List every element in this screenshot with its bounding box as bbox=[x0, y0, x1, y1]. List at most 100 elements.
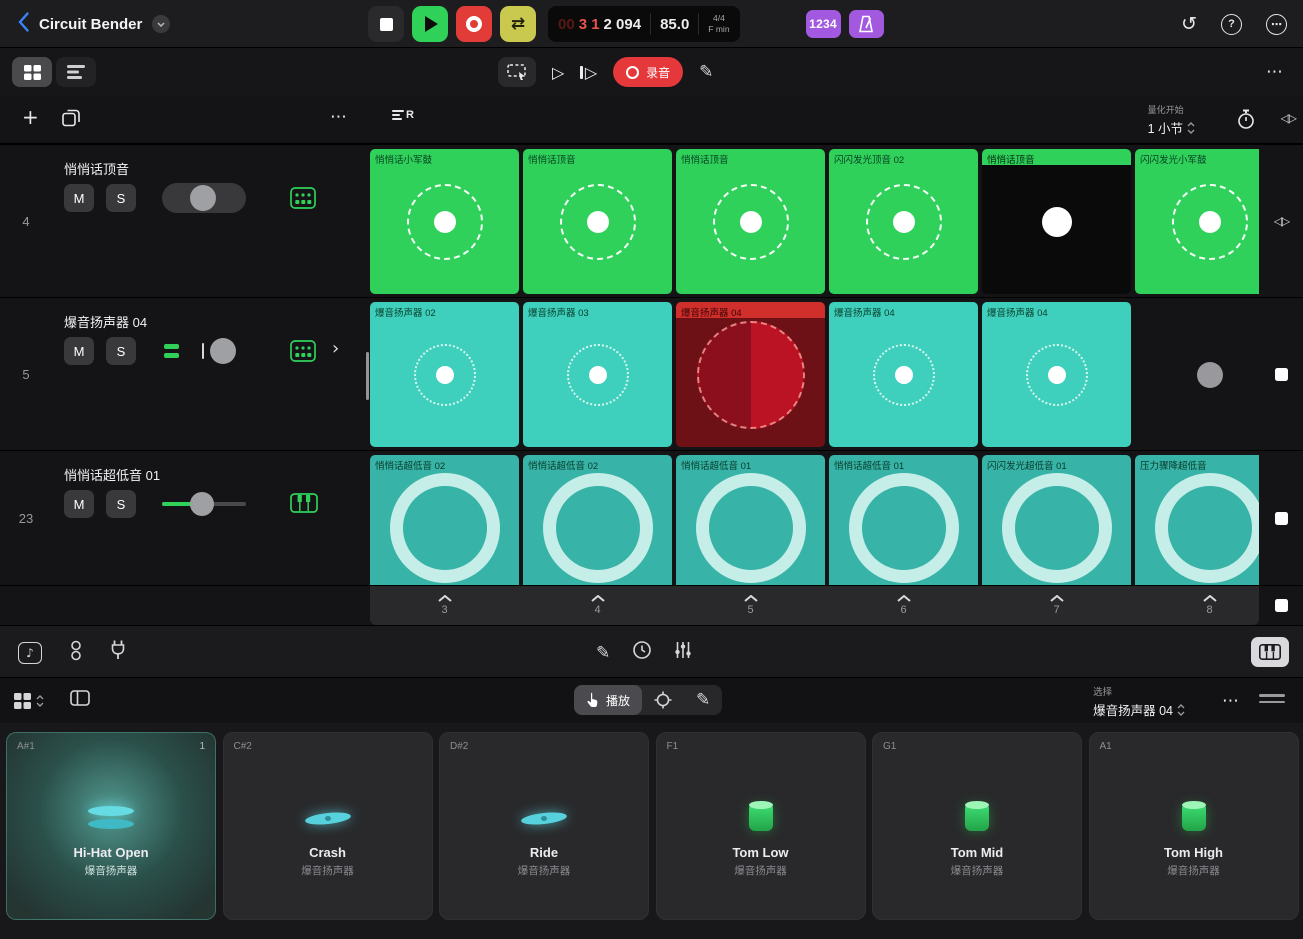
undo-button[interactable]: ↺ bbox=[1181, 13, 1197, 35]
controls-button[interactable] bbox=[66, 640, 86, 666]
grid-divider-button[interactable]: ◁▷ bbox=[1281, 111, 1295, 125]
row-stop-button[interactable] bbox=[1275, 368, 1288, 381]
add-track-button[interactable]: + bbox=[22, 105, 39, 129]
solo-button[interactable]: S bbox=[106, 490, 136, 518]
stop-button[interactable] bbox=[368, 6, 404, 42]
scroll-indicator[interactable] bbox=[366, 352, 369, 400]
loop-cell[interactable]: 悄悄话顶音 bbox=[523, 149, 672, 294]
record-enable-button[interactable]: 录音 bbox=[613, 57, 683, 87]
marquee-tool-button[interactable] bbox=[498, 57, 536, 87]
scene-trigger[interactable]: 6 bbox=[829, 586, 978, 625]
volume-slider[interactable] bbox=[162, 489, 246, 519]
loop-cell-recording[interactable]: 爆音扬声器 04 bbox=[676, 302, 825, 447]
edit-pencil-button[interactable]: ✎ bbox=[699, 62, 713, 82]
mute-button[interactable]: M bbox=[64, 184, 94, 212]
scene-trigger[interactable]: 7 bbox=[982, 586, 1131, 625]
drum-pad[interactable]: A1 Tom High 爆音扬声器 bbox=[1089, 732, 1299, 920]
loop-cell[interactable]: 爆音扬声器 04 bbox=[982, 302, 1131, 447]
keyboard-instrument-icon[interactable] bbox=[290, 493, 318, 518]
pad-layout-selector[interactable] bbox=[14, 693, 44, 709]
empty-cell[interactable] bbox=[1135, 302, 1259, 447]
plugins-button[interactable] bbox=[110, 640, 126, 665]
loop-cell[interactable]: 爆音扬声器 04 bbox=[829, 302, 978, 447]
count-in-button[interactable]: 1234 bbox=[806, 10, 841, 38]
solo-button[interactable]: S bbox=[106, 337, 136, 365]
stop-all-button[interactable] bbox=[1275, 599, 1288, 612]
help-icon: ? bbox=[1228, 18, 1235, 30]
metronome-button[interactable] bbox=[849, 10, 884, 38]
loop-cell[interactable]: 压力骤降超低音 bbox=[1135, 455, 1259, 585]
pads-more-button[interactable]: ⋯ bbox=[1222, 691, 1239, 711]
project-menu-button[interactable] bbox=[152, 15, 170, 33]
loop-cells: 悄悄话超低音 02 悄悄话超低音 02 悄悄话超低音 01 悄悄话超低音 01 … bbox=[370, 451, 1259, 585]
drum-machine-icon[interactable] bbox=[290, 187, 316, 214]
track-area-more-button[interactable]: ⋯ bbox=[330, 107, 347, 127]
timer-button[interactable] bbox=[1237, 109, 1255, 135]
drum-pad[interactable]: C#2 Crash 爆音扬声器 bbox=[223, 732, 433, 920]
loop-cell[interactable]: 悄悄话顶音 bbox=[676, 149, 825, 294]
retime-clock-button[interactable] bbox=[632, 640, 652, 665]
drum-pad[interactable]: D#2 Ride 爆音扬声器 bbox=[439, 732, 649, 920]
loop-cell[interactable]: 闪闪发光顶音 02 bbox=[829, 149, 978, 294]
duplicate-button[interactable] bbox=[62, 109, 80, 132]
position-ticks: 2 094 bbox=[604, 16, 642, 33]
track-header[interactable]: 悄悄话超低音 01 M S bbox=[52, 451, 370, 585]
live-loops-grid-button[interactable] bbox=[12, 57, 52, 87]
loop-waveform-icon bbox=[829, 302, 978, 447]
move-mode-button[interactable] bbox=[642, 685, 684, 715]
faders-icon bbox=[674, 641, 692, 659]
top-bar: Circuit Bender ⇄ 00 3 1 2 094 85.0 4/4 bbox=[0, 0, 1303, 48]
volume-knob[interactable] bbox=[162, 183, 246, 213]
pad-name: Crash bbox=[224, 845, 432, 860]
level-meter-knob[interactable] bbox=[158, 336, 244, 366]
selection-control[interactable]: 选择 爆音扬声器 04 bbox=[1093, 684, 1185, 719]
play-from-selection-button[interactable]: ▷ bbox=[552, 63, 564, 82]
loop-cell[interactable]: 爆音扬声器 03 bbox=[523, 302, 672, 447]
loop-cell[interactable]: 悄悄话超低音 02 bbox=[523, 455, 672, 585]
lcd-display[interactable]: 00 3 1 2 094 85.0 4/4 F min bbox=[548, 6, 740, 42]
back-button[interactable] bbox=[18, 12, 29, 37]
sidebar-toggle-button[interactable] bbox=[70, 690, 90, 711]
record-button[interactable] bbox=[456, 6, 492, 42]
loop-cell[interactable]: 悄悄话超低音 01 bbox=[676, 455, 825, 585]
drum-machine-icon[interactable] bbox=[290, 340, 316, 367]
toolbar-more-button[interactable]: ⋯ bbox=[1266, 62, 1283, 82]
track-header[interactable]: 悄悄话顶音 M S bbox=[52, 145, 370, 297]
scene-trigger[interactable]: 5 bbox=[676, 586, 825, 625]
loop-cell[interactable]: 悄悄话顶音 bbox=[982, 149, 1131, 294]
loop-cell[interactable]: 闪闪发光小军鼓 bbox=[1135, 149, 1259, 294]
scene-trigger[interactable]: 8 bbox=[1135, 586, 1259, 625]
mixer-faders-button[interactable] bbox=[674, 641, 692, 664]
quantize-start-control[interactable]: 量化开始 1 小节 bbox=[1148, 103, 1195, 137]
expand-track-button[interactable]: › bbox=[332, 338, 339, 359]
help-button[interactable]: ? bbox=[1221, 14, 1242, 35]
more-options-button[interactable]: ⋯ bbox=[1266, 14, 1287, 35]
loop-cell[interactable]: 悄悄话超低音 01 bbox=[829, 455, 978, 585]
loop-cell[interactable]: 悄悄话小军鼓 bbox=[370, 149, 519, 294]
loop-cell[interactable]: 闪闪发光超低音 01 bbox=[982, 455, 1131, 585]
play-from-marker-button[interactable]: ▷ bbox=[580, 63, 597, 82]
keyboard-view-button[interactable] bbox=[1251, 637, 1289, 667]
h-divider-button[interactable]: ◁▷ bbox=[1274, 214, 1288, 228]
panel-drag-handle[interactable] bbox=[1259, 694, 1285, 703]
row-stop-button[interactable] bbox=[1275, 512, 1288, 525]
drum-pad[interactable]: F1 Tom Low 爆音扬声器 bbox=[656, 732, 866, 920]
drum-pad[interactable]: A#1 1 Hi-Hat Open 爆音扬声器 bbox=[6, 732, 216, 920]
solo-button[interactable]: S bbox=[106, 184, 136, 212]
tracks-view-button[interactable] bbox=[56, 57, 96, 87]
mute-button[interactable]: M bbox=[64, 490, 94, 518]
play-button[interactable] bbox=[412, 6, 448, 42]
loop-browser-button[interactable]: ♪ bbox=[18, 642, 42, 664]
editor-pencil-button[interactable]: ✎ bbox=[596, 643, 610, 663]
scene-trigger[interactable]: 4 bbox=[523, 586, 672, 625]
drum-pad[interactable]: G1 Tom Mid 爆音扬声器 bbox=[872, 732, 1082, 920]
cycle-button[interactable]: ⇄ bbox=[500, 6, 536, 42]
scene-trigger[interactable]: 3 bbox=[370, 586, 519, 625]
mute-button[interactable]: M bbox=[64, 337, 94, 365]
track-header[interactable]: 爆音扬声器 04 M S › bbox=[52, 298, 370, 450]
loop-cell[interactable]: 悄悄话超低音 02 bbox=[370, 455, 519, 585]
edit-mode-button[interactable]: ✎ bbox=[684, 685, 722, 715]
loop-cell[interactable]: 爆音扬声器 02 bbox=[370, 302, 519, 447]
scene-row-button[interactable]: R bbox=[392, 109, 414, 121]
play-mode-button[interactable]: 播放 bbox=[574, 685, 642, 715]
